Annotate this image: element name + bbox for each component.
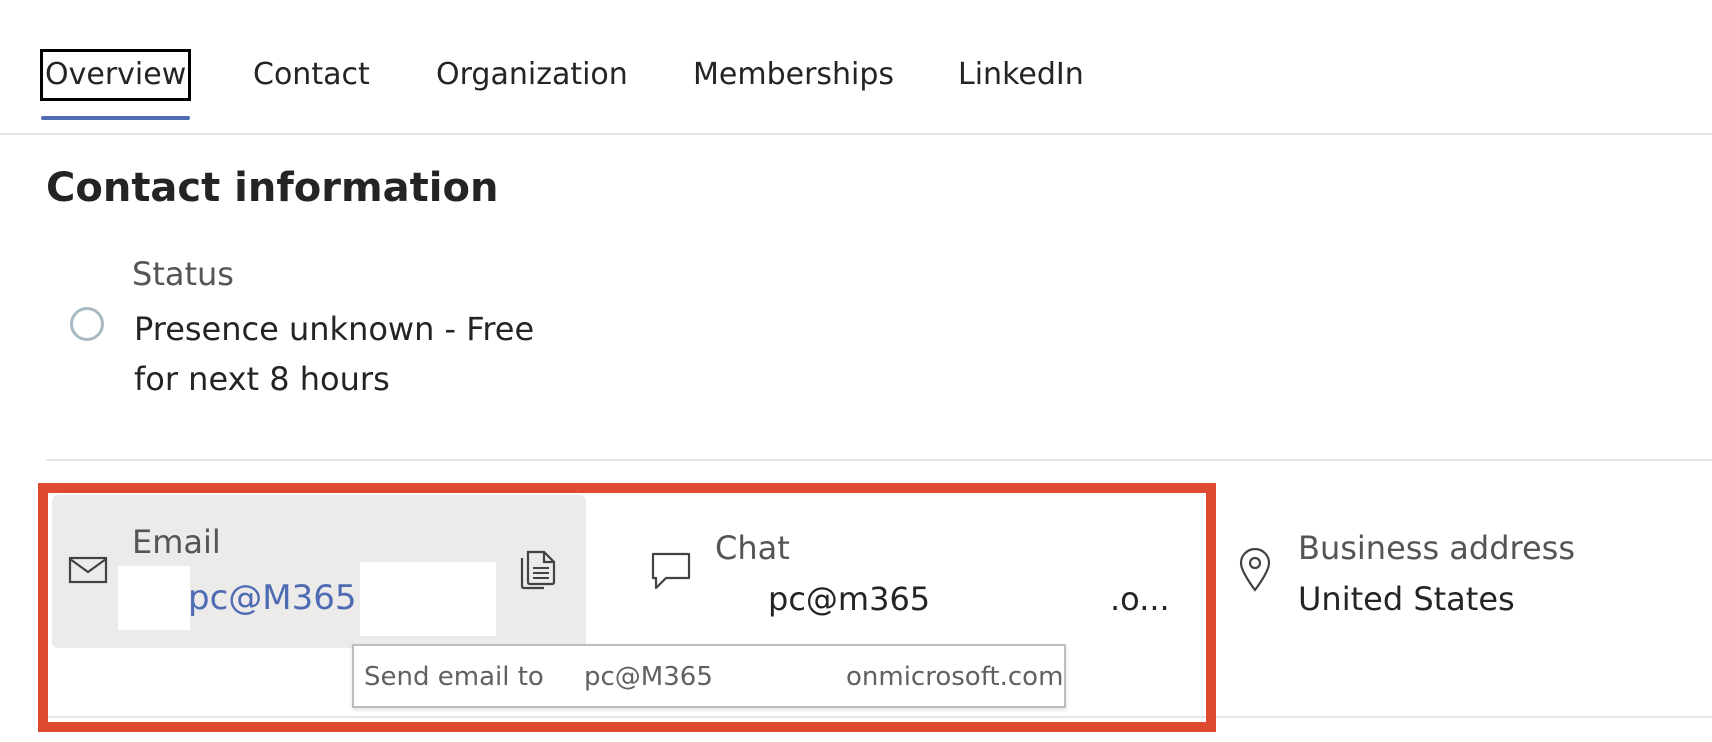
tab-bar: Overview Contact Organization Membership… <box>0 0 1712 135</box>
divider <box>46 459 1712 461</box>
redaction-block <box>360 562 496 636</box>
tab-memberships[interactable]: Memberships <box>693 52 894 98</box>
presence-unknown-circle-icon <box>70 307 104 341</box>
tooltip-email-domain: onmicrosoft.com <box>846 662 1064 692</box>
divider <box>46 716 1712 718</box>
tooltip-email-local: pc@M365 <box>584 662 713 692</box>
section-title: Contact information <box>46 165 499 211</box>
status-value: Presence unknown - Free for next 8 hours <box>134 310 535 398</box>
chat-value-truncated: .o... <box>1110 580 1170 618</box>
tab-contact[interactable]: Contact <box>253 52 370 98</box>
profile-card-page: Overview Contact Organization Membership… <box>0 0 1712 742</box>
tab-linkedin[interactable]: LinkedIn <box>958 52 1084 98</box>
chat-label: Chat <box>715 529 790 567</box>
redaction-block <box>118 566 190 630</box>
tab-overview[interactable]: Overview <box>39 49 192 120</box>
location-pin-icon <box>1239 548 1271 592</box>
business-address-value: United States <box>1298 580 1515 618</box>
chat-link[interactable]: pc@m365 <box>768 576 930 622</box>
chat-bubble-icon <box>651 552 691 590</box>
email-label: Email <box>132 523 221 561</box>
copy-icon[interactable] <box>516 550 558 592</box>
email-tooltip: Send email to pc@M365 onmicrosoft.com <box>352 644 1066 708</box>
mail-icon <box>68 556 108 584</box>
tab-organization[interactable]: Organization <box>436 52 628 98</box>
tooltip-prefix: Send email to <box>364 662 544 692</box>
business-address-label: Business address <box>1298 529 1575 567</box>
status-label: Status <box>132 255 234 293</box>
email-link[interactable]: pc@M365 <box>188 574 357 622</box>
